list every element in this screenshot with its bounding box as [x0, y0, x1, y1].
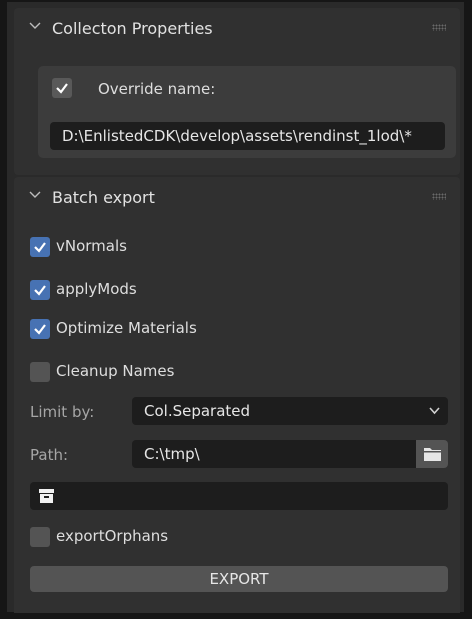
option-row[interactable]: Cleanup Names	[30, 362, 330, 384]
collection-properties-header[interactable]: Collecton Properties	[14, 8, 460, 48]
vnormals-checkbox[interactable]	[30, 237, 50, 257]
option-row[interactable]: vNormals	[30, 237, 330, 259]
option-row[interactable]: applyMods	[30, 280, 330, 302]
option-label: vNormals	[56, 237, 127, 255]
option-label: Optimize Materials	[56, 319, 197, 337]
option-label: Cleanup Names	[56, 362, 175, 380]
limit-by-value: Col.Separated	[144, 402, 251, 420]
browse-folder-button[interactable]	[416, 440, 448, 468]
folder-icon	[424, 448, 441, 461]
applymods-checkbox[interactable]	[30, 280, 50, 300]
collection-properties-panel: Collecton Properties Override name: D:\E…	[14, 8, 460, 175]
export-button[interactable]: EXPORT	[30, 566, 448, 592]
optimize-materials-checkbox[interactable]	[30, 319, 50, 339]
option-row[interactable]: Optimize Materials	[30, 319, 330, 341]
export-orphans-label: exportOrphans	[56, 527, 169, 545]
limit-by-label: Limit by:	[30, 403, 95, 421]
option-label: applyMods	[56, 280, 137, 298]
archive-icon	[39, 489, 54, 503]
override-name-label: Override name:	[98, 80, 216, 98]
drag-grip-icon[interactable]	[432, 193, 446, 200]
panel-title: Collecton Properties	[52, 19, 213, 38]
checkmark-icon	[34, 242, 46, 253]
batch-export-header[interactable]: Batch export	[14, 177, 460, 217]
path-input[interactable]: C:\tmp\	[132, 440, 416, 468]
checkmark-icon	[56, 83, 68, 94]
override-name-input[interactable]: D:\EnlistedCDK\develop\assets\rendinst_1…	[50, 122, 445, 150]
chevron-down-icon	[29, 191, 41, 198]
override-name-box: Override name: D:\EnlistedCDK\develop\as…	[38, 66, 456, 158]
path-label: Path:	[30, 446, 69, 464]
export-orphans-checkbox[interactable]	[30, 527, 50, 547]
batch-export-panel: Batch export vNormals applyMods Optimize…	[14, 177, 460, 613]
cleanup-names-checkbox[interactable]	[30, 362, 50, 382]
drag-grip-icon[interactable]	[432, 24, 446, 31]
override-name-checkbox[interactable]	[52, 78, 72, 98]
chevron-down-icon	[29, 22, 41, 29]
archive-field[interactable]	[30, 482, 448, 510]
panel-title: Batch export	[52, 188, 155, 207]
limit-by-dropdown[interactable]: Col.Separated	[132, 397, 448, 425]
dropdown-chevron-icon	[429, 407, 440, 415]
checkmark-icon	[34, 324, 46, 335]
option-row[interactable]: exportOrphans	[30, 527, 330, 549]
checkmark-icon	[34, 285, 46, 296]
